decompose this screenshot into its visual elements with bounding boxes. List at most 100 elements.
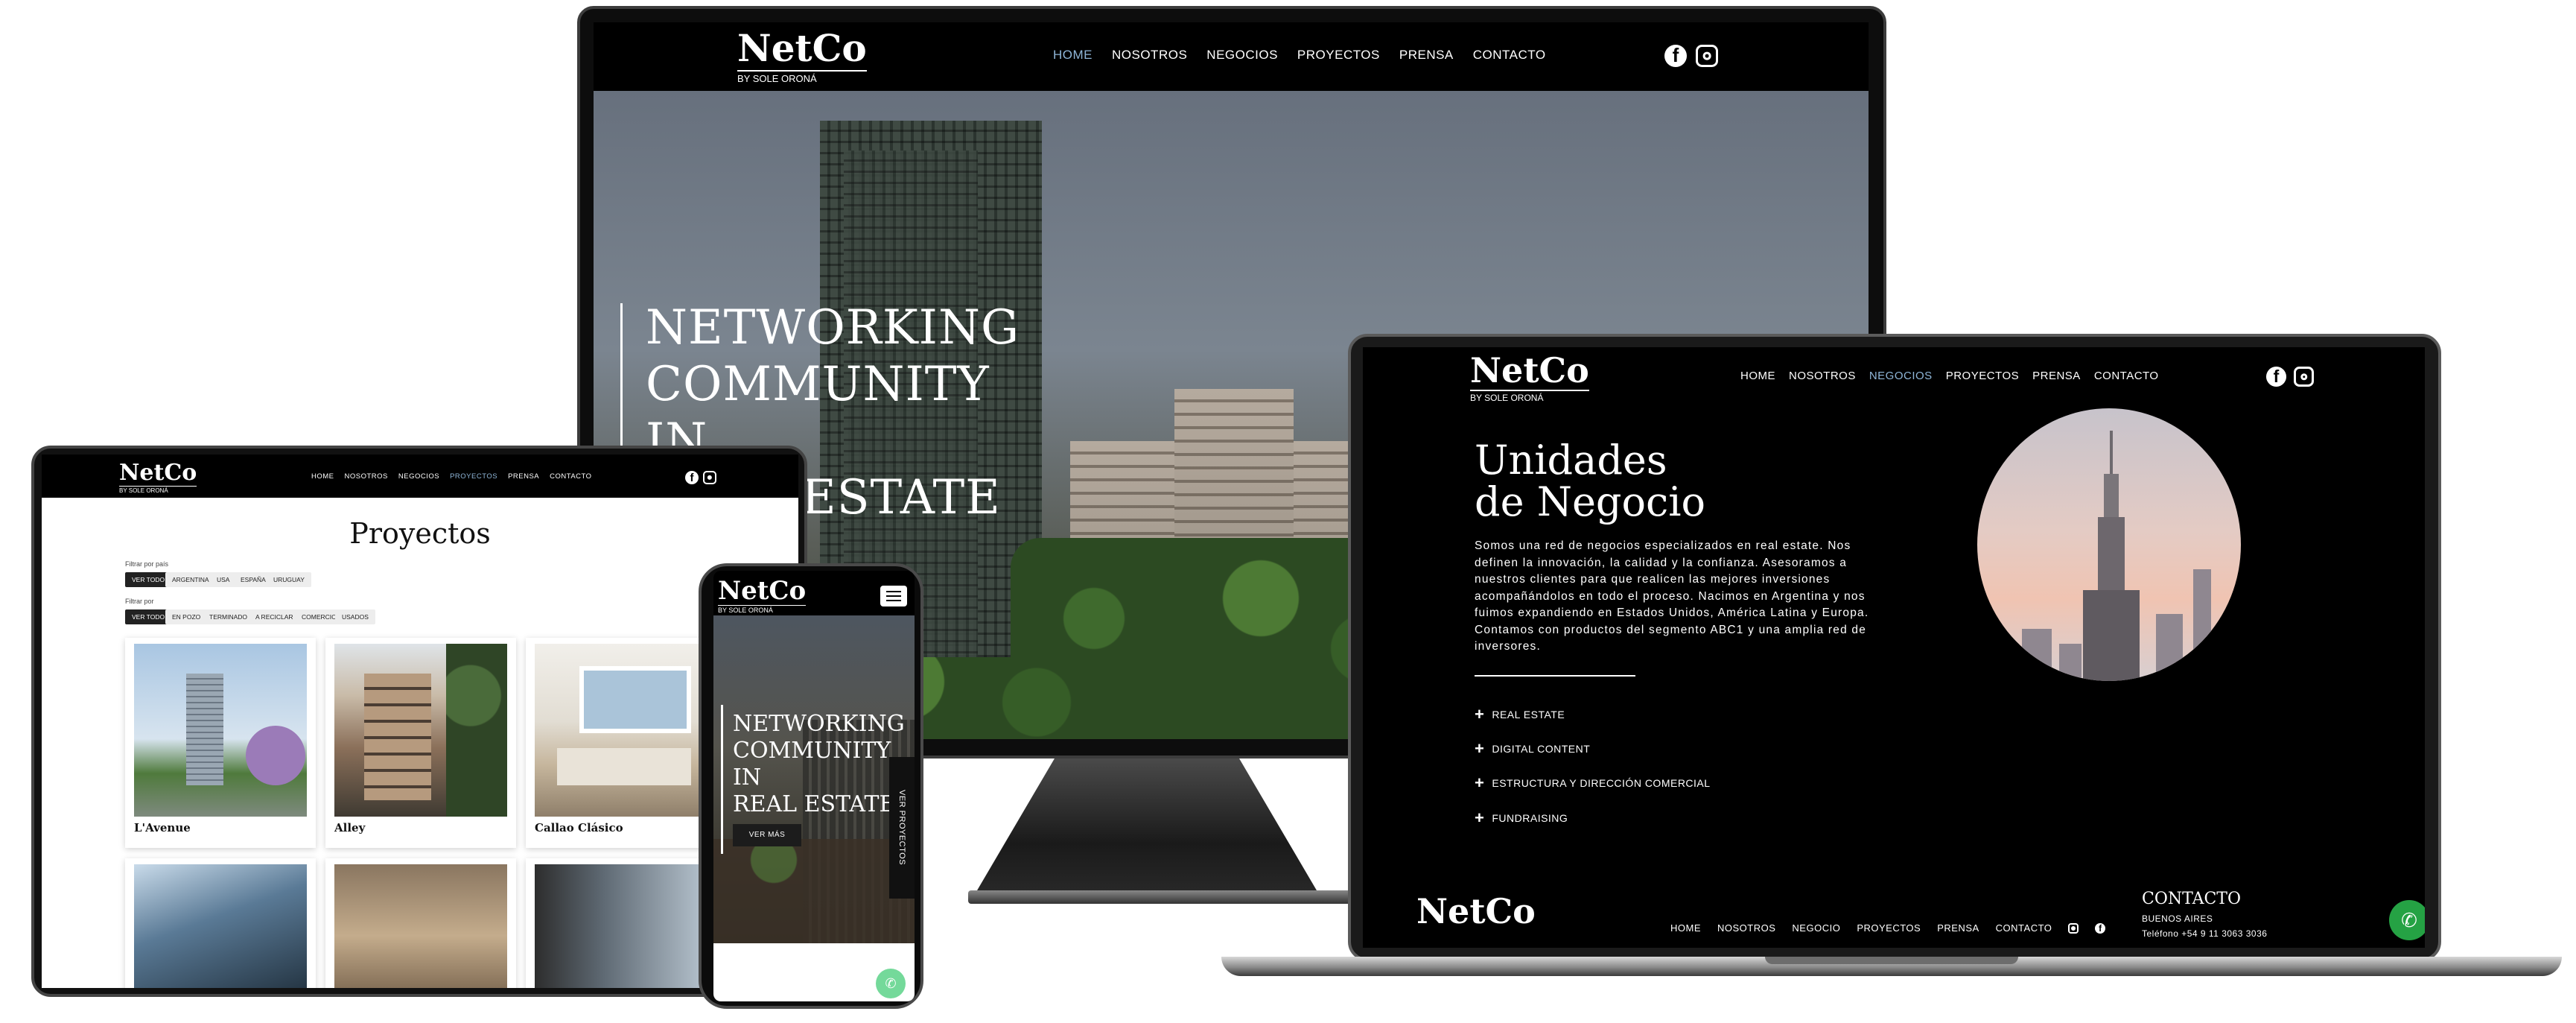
filter-status-label: Filtrar por (125, 598, 154, 605)
whatsapp-button[interactable]: ✆ (2389, 900, 2425, 940)
nav-home[interactable]: HOME (1053, 48, 1093, 63)
nav-contacto[interactable]: CONTACTO (550, 472, 591, 481)
footer-nav-prensa[interactable]: PRENSA (1937, 922, 1979, 934)
footer-nav-home[interactable]: HOME (1670, 922, 1701, 934)
nav-negocios[interactable]: NEGOCIOS (1206, 48, 1278, 63)
status-filter-usados[interactable]: USADOS (335, 609, 375, 624)
whatsapp-button[interactable]: ✆ (876, 969, 906, 998)
laptop-nav: HOME NOSOTROS NEGOCIOS PROYECTOS PRENSA … (1740, 370, 2159, 382)
phone-logo[interactable]: NetCo BY SOLE ORONÁ (718, 576, 807, 614)
plus-icon: + (1475, 705, 1485, 723)
logo-text: NetCo (718, 576, 807, 606)
footer-contact-title: CONTACTO (2142, 890, 2242, 908)
status-filter-terminado[interactable]: TERMINADO (203, 609, 254, 624)
desktop-nav: HOME NOSOTROS NEGOCIOS PROYECTOS PRENSA … (1053, 48, 1546, 63)
project-photo (334, 864, 507, 988)
laptop-site-screen: NetCo BY SOLE ORONÁ HOME NOSOTROS NEGOCI… (1363, 347, 2425, 948)
nav-contacto[interactable]: CONTACTO (2094, 370, 2159, 382)
status-filter-reciclar[interactable]: A RECICLAR (249, 609, 300, 624)
tablet-site-screen: NetCo BY SOLE ORONÁ HOME NOSOTROS NEGOCI… (42, 455, 798, 988)
hero-line-4: REAL ESTATE (733, 791, 896, 817)
nav-proyectos[interactable]: PROYECTOS (1297, 48, 1380, 63)
project-card[interactable]: Callao Clásico (526, 638, 716, 848)
logo-text: NetCo (737, 26, 867, 70)
empire-state-image (1977, 408, 2241, 681)
nav-negocios[interactable]: NEGOCIOS (398, 472, 439, 481)
desktop-logo[interactable]: NetCo BY SOLE ORONÁ (737, 30, 867, 83)
project-card[interactable] (325, 858, 516, 988)
facebook-icon[interactable]: f (1664, 44, 1687, 67)
nav-prensa[interactable]: PRENSA (508, 472, 539, 481)
nav-prensa[interactable]: PRENSA (1399, 48, 1454, 63)
facebook-icon[interactable]: f (2266, 367, 2286, 387)
nav-proyectos[interactable]: PROYECTOS (1946, 370, 2019, 382)
tablet-social: f (685, 471, 716, 484)
nav-nosotros[interactable]: NOSOTROS (345, 472, 388, 481)
status-filter-en-pozo[interactable]: EN POZO (165, 609, 208, 624)
project-name: Callao Clásico (535, 821, 623, 834)
ver-mas-button[interactable]: VER MÁS (733, 824, 801, 846)
logo-tagline: BY SOLE ORONÁ (1470, 390, 1589, 402)
monitor-base (968, 890, 1385, 904)
instagram-icon[interactable] (1696, 45, 1718, 67)
laptop-notch (1765, 957, 2018, 964)
monitor-stand (971, 758, 1323, 900)
tablet-logo[interactable]: NetCo BY SOLE ORONÁ (119, 462, 197, 494)
nav-contacto[interactable]: CONTACTO (1473, 48, 1546, 63)
tablet-page-title: Proyectos (349, 517, 491, 550)
logo-text: NetCo (119, 460, 197, 486)
country-filter-all[interactable]: VER TODO (125, 572, 172, 587)
footer-nav-proyectos[interactable]: PROYECTOS (1857, 922, 1921, 934)
service-item-digital-content[interactable]: + DIGITAL CONTENT (1475, 741, 1590, 757)
instagram-icon[interactable] (703, 471, 716, 484)
footer-logo[interactable]: NetCo (1416, 894, 1536, 928)
footer-nav-nosotros[interactable]: NOSOTROS (1717, 922, 1775, 934)
whatsapp-icon: ✆ (885, 975, 897, 991)
country-filter-usa[interactable]: USA (210, 572, 237, 587)
facebook-icon[interactable]: f (685, 471, 699, 484)
nav-home[interactable]: HOME (311, 472, 334, 481)
nav-home[interactable]: HOME (1740, 370, 1775, 382)
logo-text: NetCo (1470, 350, 1589, 390)
filter-country-label: Filtrar por país (125, 560, 169, 568)
status-filter-all[interactable]: VER TODO (125, 609, 172, 624)
footer-facebook-icon[interactable]: f (2095, 922, 2106, 934)
hero-line-2: COMMUNITY (733, 738, 891, 764)
project-photo (134, 864, 307, 988)
project-card[interactable] (125, 858, 316, 988)
footer-phone[interactable]: Teléfono +54 9 11 3063 3036 (2142, 928, 2267, 939)
service-item-real-estate[interactable]: + REAL ESTATE (1475, 706, 1565, 723)
hero-line-1: NETWORKING (646, 300, 1020, 355)
footer-nav-contacto[interactable]: CONTACTO (1996, 922, 2052, 934)
project-card[interactable]: Alley (325, 638, 516, 848)
nav-negocios[interactable]: NEGOCIOS (1869, 370, 1933, 382)
footer-nav-negocio[interactable]: NEGOCIO (1792, 922, 1840, 934)
tablet-header: NetCo BY SOLE ORONÁ HOME NOSOTROS NEGOCI… (42, 455, 798, 498)
footer-nav: HOME NOSOTROS NEGOCIO PROYECTOS PRENSA C… (1670, 922, 2106, 934)
service-label: REAL ESTATE (1492, 709, 1565, 720)
footer-instagram-icon[interactable] (2068, 922, 2079, 934)
plus-icon: + (1475, 739, 1485, 758)
project-card[interactable]: L'Avenue (125, 638, 316, 848)
country-filter-uruguay[interactable]: URUGUAY (267, 572, 311, 587)
project-photo (535, 864, 707, 988)
nav-prensa[interactable]: PRENSA (2032, 370, 2081, 382)
service-item-estructura[interactable]: + ESTRUCTURA Y DIRECCIÓN COMERCIAL (1475, 775, 1711, 791)
country-filter-argentina[interactable]: ARGENTINA (165, 572, 216, 587)
menu-hamburger-icon[interactable] (880, 586, 907, 606)
nav-proyectos[interactable]: PROYECTOS (450, 472, 497, 481)
laptop-footer: NetCo HOME NOSOTROS NEGOCIO PROYECTOS PR… (1363, 854, 2425, 948)
section-divider (1475, 675, 1635, 677)
service-item-fundraising[interactable]: + FUNDRAISING (1475, 810, 1568, 826)
phone-site-screen: NetCo BY SOLE ORONÁ NETWORKING COMMUNITY… (713, 571, 915, 1001)
laptop-logo[interactable]: NetCo BY SOLE ORONÁ (1470, 353, 1589, 402)
laptop-intro-text: Somos una red de negocios especializados… (1475, 539, 1869, 653)
project-card[interactable] (526, 858, 716, 988)
nav-nosotros[interactable]: NOSOTROS (1789, 370, 1856, 382)
nav-nosotros[interactable]: NOSOTROS (1112, 48, 1187, 63)
plus-icon: + (1475, 808, 1485, 827)
ver-proyectos-tab[interactable]: VER PROYECTOS (889, 757, 915, 899)
instagram-icon[interactable] (2294, 367, 2314, 387)
title-line-2: de Negocio (1475, 478, 1705, 525)
service-label: DIGITAL CONTENT (1492, 743, 1591, 755)
